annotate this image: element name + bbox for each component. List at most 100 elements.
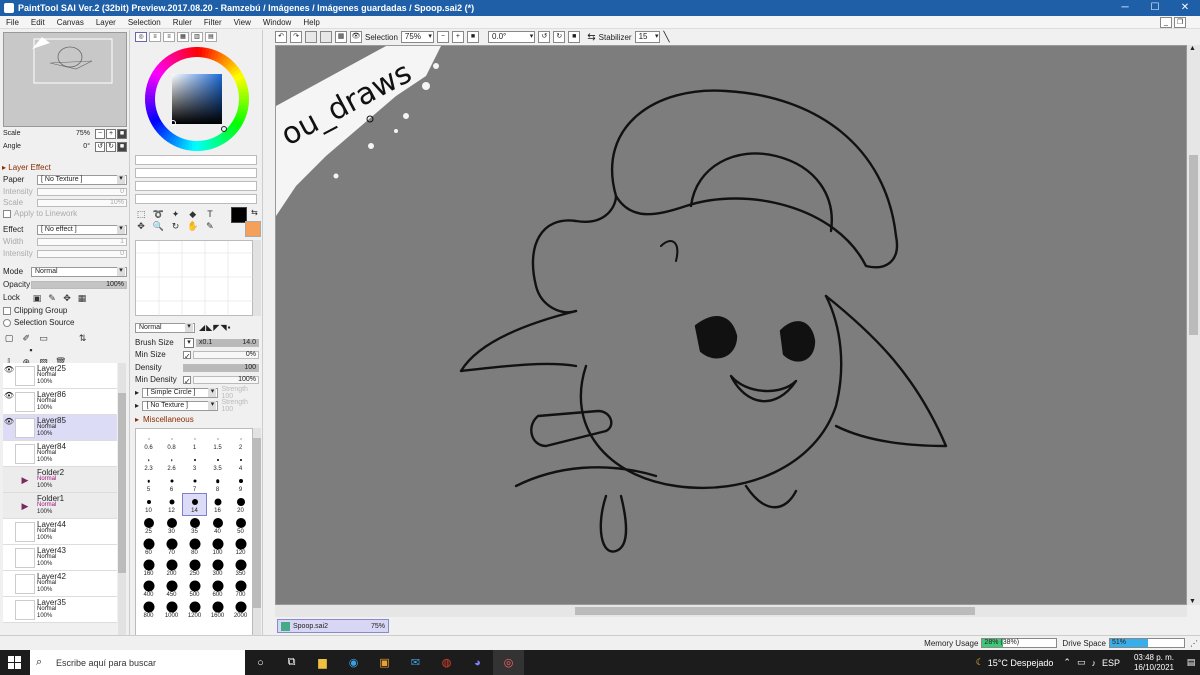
swatch-slot-4[interactable] bbox=[135, 194, 257, 204]
close-button[interactable]: ✕ bbox=[1170, 0, 1200, 16]
straight-line-icon[interactable]: ╲ bbox=[663, 32, 669, 43]
hue-picker-cursor[interactable] bbox=[221, 126, 227, 132]
brush-size-preset[interactable]: 1600 bbox=[206, 599, 229, 620]
layer-folder-row[interactable]: ▶ Folder2 Normal 100% bbox=[3, 467, 117, 493]
scroll-up-icon[interactable]: ▲ bbox=[1189, 45, 1196, 52]
eye-visible-icon[interactable]: 👁 bbox=[3, 390, 15, 414]
color-wheel-tab-icon[interactable]: ◎ bbox=[135, 32, 147, 42]
brush-size-preset[interactable]: 200 bbox=[160, 557, 183, 578]
undo-icon[interactable]: ↶ bbox=[275, 31, 287, 43]
layer-settings-icon[interactable]: ▪ bbox=[25, 344, 37, 356]
brush-size-preset[interactable]: 9 bbox=[229, 473, 252, 494]
lock-brush-icon[interactable]: ✎ bbox=[46, 292, 58, 304]
rotate-reset-icon[interactable]: ■ bbox=[117, 141, 127, 152]
canvas-vscroll-thumb[interactable] bbox=[1189, 155, 1198, 335]
clear-icon[interactable]: ▦ bbox=[335, 31, 347, 43]
language-indicator[interactable]: ESP bbox=[1102, 658, 1120, 668]
menu-ruler[interactable]: Ruler bbox=[167, 18, 198, 27]
menu-file[interactable]: File bbox=[0, 18, 25, 27]
toolbar-zoom-out-icon[interactable]: − bbox=[436, 31, 449, 43]
apply-linework-checkbox[interactable] bbox=[3, 209, 11, 218]
eye-hidden-icon[interactable] bbox=[3, 442, 15, 466]
layer-scroll-thumb[interactable] bbox=[118, 393, 126, 573]
eye-hidden-icon[interactable] bbox=[3, 598, 15, 622]
new-linework-icon[interactable]: ✐ bbox=[20, 332, 32, 344]
edge-icon[interactable]: ◉ bbox=[338, 650, 369, 675]
eye-hidden-icon[interactable] bbox=[3, 572, 15, 596]
maximize-button[interactable]: ☐ bbox=[1140, 0, 1170, 16]
zoom-in-icon[interactable]: + bbox=[106, 128, 116, 139]
color-wheel[interactable] bbox=[145, 47, 249, 151]
menu-view[interactable]: View bbox=[228, 18, 257, 27]
rotate-right-icon[interactable]: ↻ bbox=[106, 141, 116, 152]
brush-size-preset[interactable]: 120 bbox=[229, 536, 252, 557]
navigator-preview[interactable] bbox=[3, 32, 127, 127]
new-layer-icon[interactable]: ▢ bbox=[3, 332, 15, 344]
brush-size-preset[interactable]: 2 bbox=[229, 431, 252, 452]
effect-dropdown[interactable]: [ No effect ] bbox=[37, 224, 127, 235]
brush-size-preset[interactable]: 350 bbox=[229, 557, 252, 578]
hand-tool-icon[interactable]: ✋ bbox=[187, 220, 199, 232]
brush-size-preset[interactable]: 70 bbox=[160, 536, 183, 557]
selection-visible-icon[interactable]: 👁 bbox=[350, 31, 362, 43]
misc-expand-icon[interactable]: ▸ bbox=[135, 415, 143, 424]
brush-size-preset[interactable]: 600 bbox=[206, 578, 229, 599]
brush-texture-expand-icon[interactable]: ▸ bbox=[135, 401, 142, 410]
menu-window[interactable]: Window bbox=[257, 18, 297, 27]
paper-dropdown[interactable]: [ No Texture ] bbox=[37, 174, 127, 185]
menu-help[interactable]: Help bbox=[297, 18, 325, 27]
zoom-out-icon[interactable]: − bbox=[95, 128, 105, 139]
rect-select-icon[interactable]: ⬚ bbox=[135, 208, 147, 220]
selection-source-radio[interactable] bbox=[3, 318, 11, 327]
toolbar-rotate-right-icon[interactable]: ↻ bbox=[553, 31, 566, 43]
brush-size-preset[interactable]: 1200 bbox=[183, 599, 206, 620]
text-tool-icon[interactable]: T bbox=[204, 208, 216, 220]
doc-minimize-button[interactable]: _ bbox=[1160, 16, 1172, 28]
swatch-slot-3[interactable] bbox=[135, 181, 257, 191]
zoom-tool-icon[interactable]: 🔍 bbox=[152, 220, 164, 232]
layer-move-icon[interactable]: ⇅ bbox=[77, 332, 89, 344]
brush-size-scroll-thumb[interactable] bbox=[253, 438, 261, 608]
brush-size-preset[interactable]: 20 bbox=[229, 494, 252, 515]
magic-wand-icon[interactable]: ✦ bbox=[169, 208, 181, 220]
brush-tip-shapes-icon[interactable]: ◢◣◤◥▪ bbox=[199, 323, 231, 332]
task-view-icon[interactable]: ⧉ bbox=[276, 650, 307, 675]
cortana-icon[interactable]: ○ bbox=[245, 650, 276, 675]
palette-tab-icon[interactable]: ▦ bbox=[177, 32, 189, 42]
invert-selection-icon[interactable] bbox=[320, 31, 332, 43]
brush-size-preset[interactable]: 50 bbox=[229, 515, 252, 536]
brush-size-preset[interactable]: 400 bbox=[137, 578, 160, 599]
lock-alpha-icon[interactable]: ▦ bbox=[76, 292, 88, 304]
menu-filter[interactable]: Filter bbox=[198, 18, 228, 27]
brush-size-preset[interactable]: 6 bbox=[160, 473, 183, 494]
brush-size-preset[interactable]: 25 bbox=[137, 515, 160, 536]
brush-texture-dropdown[interactable]: [ No Texture ] bbox=[142, 400, 219, 411]
brush-shape-dropdown[interactable]: [ Simple Circle ] bbox=[142, 387, 219, 398]
brush-size-preset[interactable]: 3 bbox=[183, 452, 206, 473]
mixer-tab-icon[interactable]: ▥ bbox=[191, 32, 203, 42]
zoom-dropdown[interactable]: 75% bbox=[400, 31, 434, 43]
layer-row[interactable]: Layer84 Normal 100% bbox=[3, 441, 117, 467]
drawing-canvas[interactable]: ou_draws bbox=[275, 45, 1187, 605]
mail-icon[interactable]: ✉ bbox=[400, 650, 431, 675]
brush-size-preset[interactable]: 700 bbox=[229, 578, 252, 599]
toolbar-rotate-reset-icon[interactable]: ■ bbox=[568, 31, 581, 43]
file-explorer-icon[interactable]: ▆ bbox=[307, 650, 338, 675]
effect-width-slider[interactable]: 1 bbox=[37, 237, 127, 246]
brush-size-mult-icon[interactable]: ▾ bbox=[184, 337, 194, 348]
brush-size-preset[interactable]: 30 bbox=[160, 515, 183, 536]
menu-canvas[interactable]: Canvas bbox=[51, 18, 90, 27]
brush-size-preset[interactable]: 80 bbox=[183, 536, 206, 557]
store-icon[interactable]: ▣ bbox=[369, 650, 400, 675]
brush-size-preset[interactable]: 16 bbox=[206, 494, 229, 515]
brush-size-preset[interactable]: 800 bbox=[137, 599, 160, 620]
layer-row[interactable]: 👁 Layer85 Normal 100% bbox=[3, 415, 117, 441]
brush-size-preset[interactable]: 500 bbox=[183, 578, 206, 599]
shape-icon[interactable]: ◆ bbox=[187, 208, 199, 220]
chrome-icon[interactable]: ◍ bbox=[431, 650, 462, 675]
layer-row[interactable]: Layer44 Normal 100% bbox=[3, 519, 117, 545]
brush-size-preset[interactable]: 7 bbox=[183, 473, 206, 494]
toolbar-rotate-left-icon[interactable]: ↺ bbox=[538, 31, 551, 43]
menu-selection[interactable]: Selection bbox=[122, 18, 167, 27]
brush-size-preset[interactable]: 4 bbox=[229, 452, 252, 473]
